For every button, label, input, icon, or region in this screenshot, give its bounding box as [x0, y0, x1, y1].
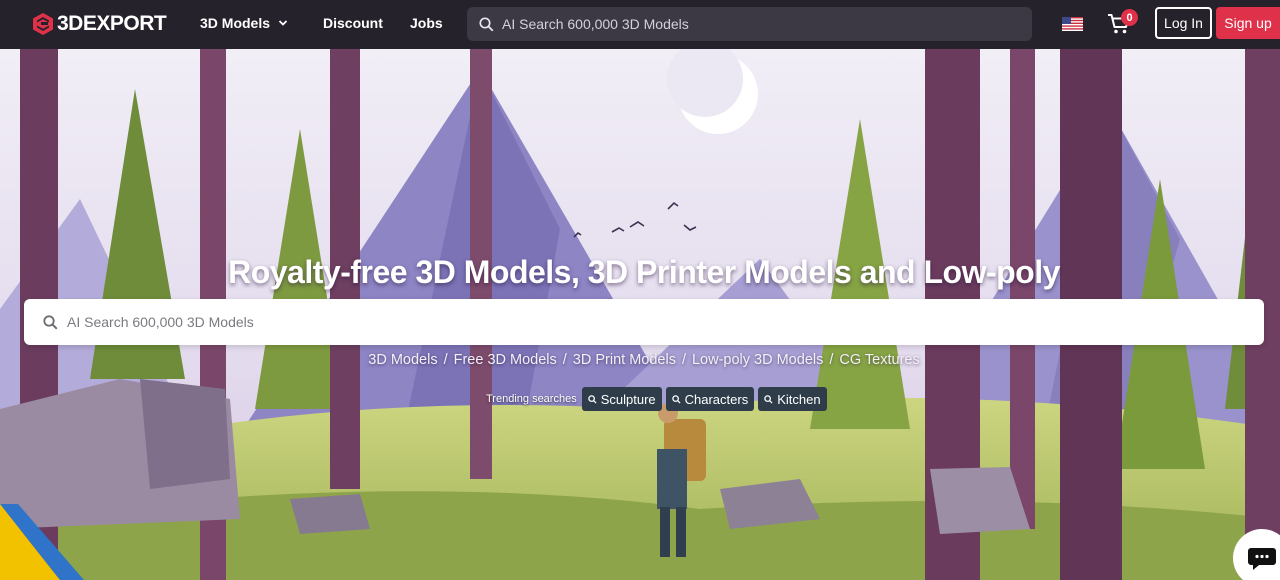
category-links: 3D Models / Free 3D Models / 3D Print Mo… — [0, 352, 1280, 368]
nav-3d-models[interactable]: 3D Models — [200, 15, 288, 31]
category-link-3d-print-models[interactable]: 3D Print Models — [573, 352, 676, 368]
chevron-down-icon — [278, 20, 288, 26]
hero-search-input[interactable] — [67, 314, 1217, 330]
separator: / — [443, 352, 448, 368]
nav-discount-label: Discount — [323, 15, 383, 31]
nav-discount[interactable]: Discount — [323, 15, 383, 31]
cart-count-badge: 0 — [1121, 9, 1138, 26]
separator: / — [681, 352, 686, 368]
search-icon — [479, 16, 494, 31]
top-navigation-bar: 3DEXPORT 3D Models Discount Jobs 0 Log I… — [0, 0, 1280, 49]
separator: / — [829, 352, 834, 368]
trending-chip-label: Kitchen — [777, 391, 821, 407]
header-search-input[interactable] — [502, 16, 1002, 32]
trending-searches: Trending searches Sculpture Characters K… — [486, 387, 827, 411]
nav-jobs[interactable]: Jobs — [410, 15, 443, 31]
logo-text: 3DEXPORT — [57, 12, 167, 35]
us-flag-icon[interactable] — [1062, 17, 1083, 31]
separator: / — [562, 352, 567, 368]
trending-chip-label: Sculpture — [600, 391, 656, 407]
category-link-3d-models[interactable]: 3D Models — [368, 352, 437, 368]
hero-search-box[interactable] — [24, 299, 1264, 345]
search-icon — [764, 394, 773, 404]
search-icon — [671, 394, 681, 404]
login-button[interactable]: Log In — [1155, 7, 1212, 39]
site-logo[interactable]: 3DEXPORT — [33, 12, 167, 36]
category-link-free-3d-models[interactable]: Free 3D Models — [454, 352, 557, 368]
nav-3d-models-label: 3D Models — [200, 15, 271, 31]
trending-chip-label: Characters — [684, 391, 749, 407]
header-search-box[interactable] — [467, 7, 1032, 41]
category-link-cg-textures[interactable]: CG Textures — [839, 352, 919, 368]
trending-chip-characters[interactable]: Characters — [665, 387, 755, 411]
search-icon — [43, 314, 58, 330]
trending-label: Trending searches — [486, 393, 577, 405]
signup-button[interactable]: Sign up — [1216, 7, 1280, 39]
trending-chip-kitchen[interactable]: Kitchen — [758, 387, 827, 411]
hero-title: Royalty-free 3D Models, 3D Printer Model… — [228, 254, 1060, 290]
category-link-low-poly-3d-models[interactable]: Low-poly 3D Models — [692, 352, 823, 368]
hero-banner: Royalty-free 3D Models, 3D Printer Model… — [0, 49, 1280, 580]
nav-jobs-label: Jobs — [410, 15, 443, 31]
search-icon — [587, 394, 597, 404]
logo-mark-icon — [33, 13, 53, 35]
chat-bubble-icon — [1248, 548, 1276, 570]
trending-chip-sculpture[interactable]: Sculpture — [581, 387, 662, 411]
